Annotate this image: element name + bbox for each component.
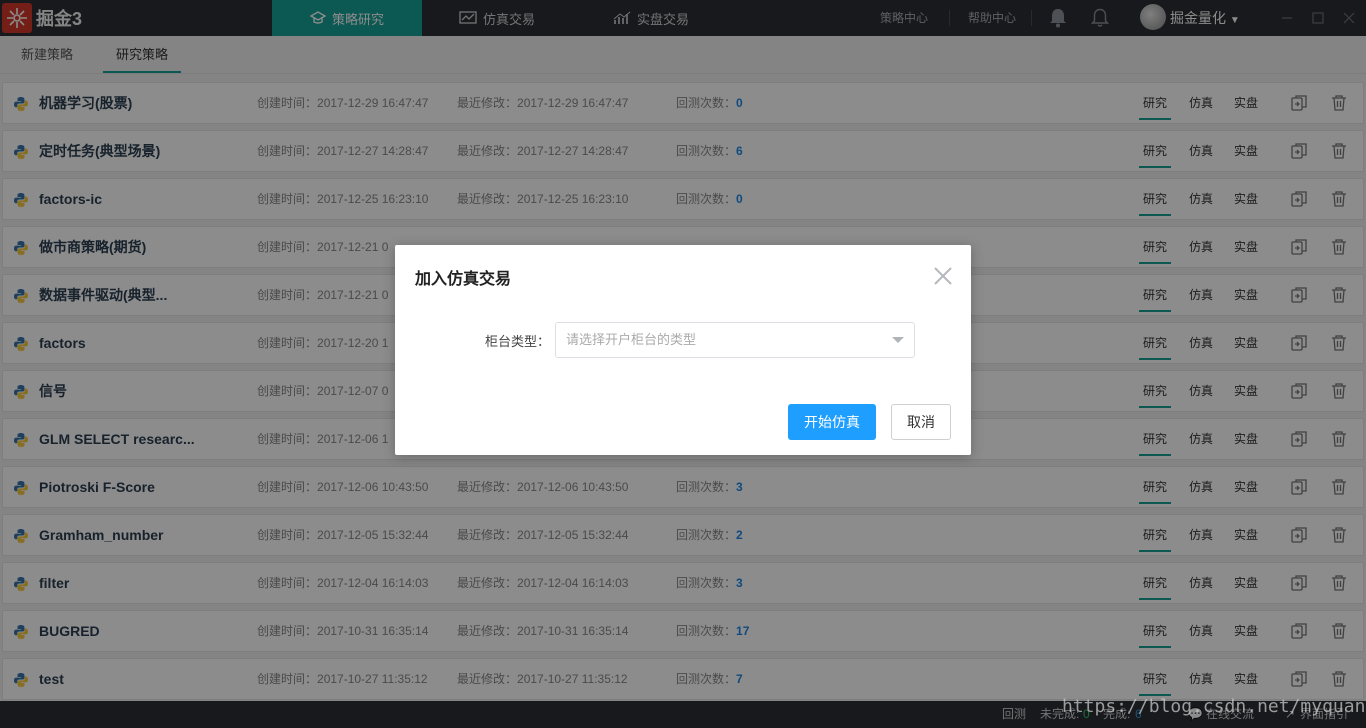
dialog-title: 加入仿真交易 [415, 271, 512, 288]
paper-trading-dialog: 加入仿真交易 柜台类型： 请选择开户柜台的类型 开始仿真 取消 [395, 245, 971, 455]
caret-down-icon [892, 337, 904, 343]
select-placeholder: 请选择开户柜台的类型 [566, 332, 697, 347]
start-simulation-button[interactable]: 开始仿真 [788, 404, 876, 440]
cancel-button[interactable]: 取消 [891, 404, 951, 440]
counter-type-label: 柜台类型： [485, 334, 551, 349]
close-icon[interactable] [932, 265, 954, 287]
counter-type-select[interactable]: 请选择开户柜台的类型 [555, 322, 915, 358]
